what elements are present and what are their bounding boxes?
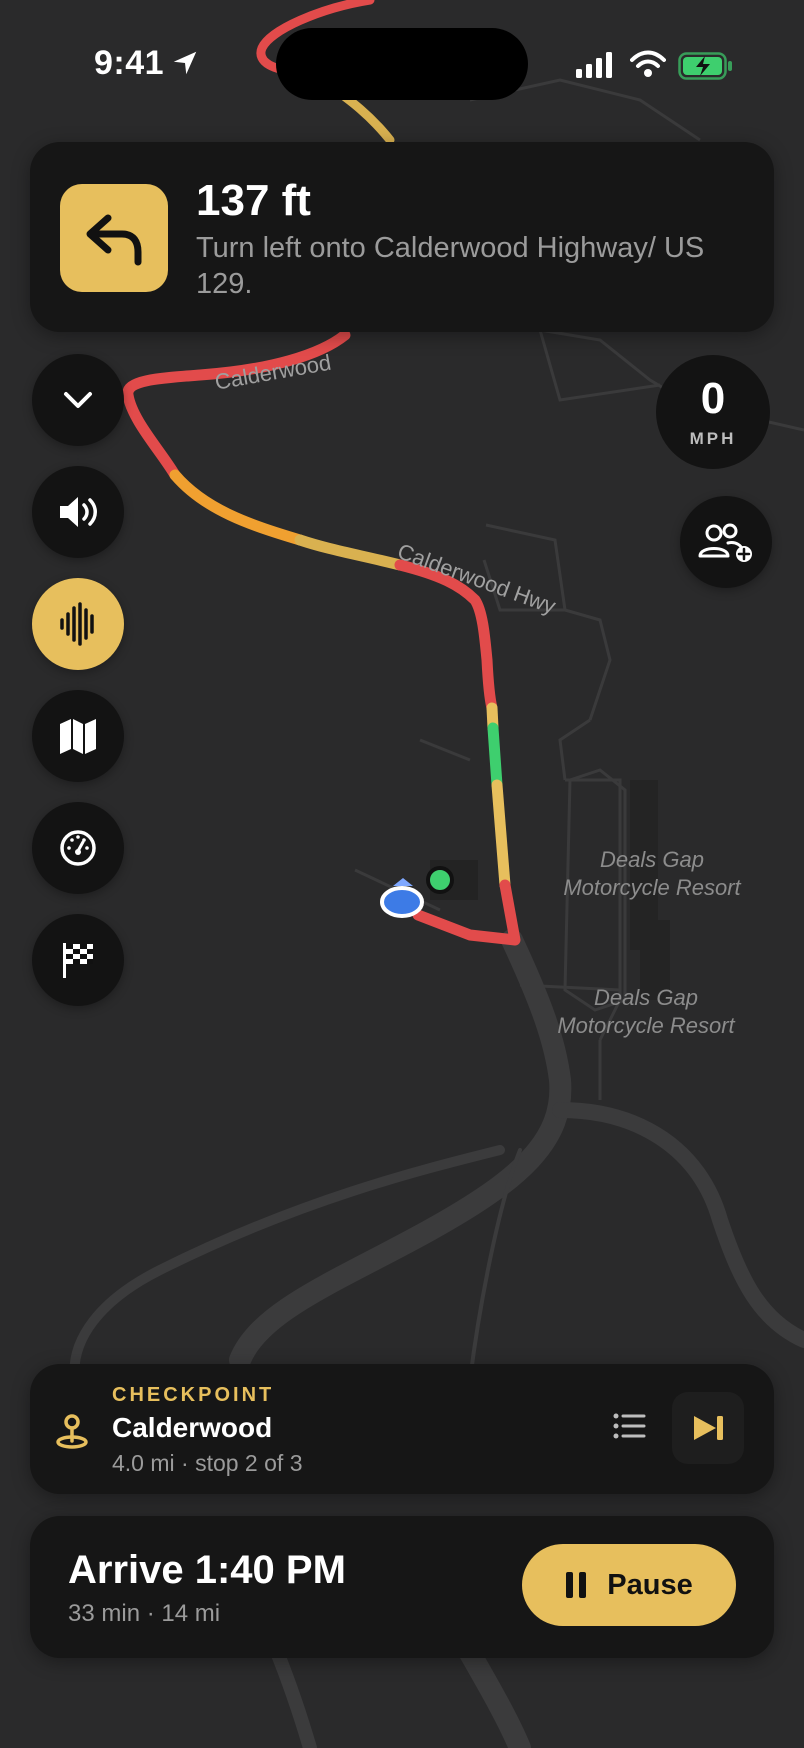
speedometer-icon [60, 830, 96, 866]
waveform-icon [60, 602, 94, 646]
list-icon[interactable] [612, 1408, 648, 1444]
checkpoint-eyebrow: CHECKPOINT [112, 1384, 275, 1406]
wifi-icon [630, 50, 666, 77]
add-group-icon [698, 523, 752, 562]
pause-icon [566, 1572, 587, 1598]
speedometer-readout: 0 MPH [656, 355, 770, 469]
map-style-button[interactable] [32, 690, 124, 782]
speedometer-button[interactable] [32, 802, 124, 894]
checkpoint-meta: 4.0 mi · stop 2 of 3 [112, 1450, 303, 1476]
location-arrow-icon [173, 51, 197, 75]
skip-forward-icon [694, 1416, 723, 1440]
pause-label: Pause [607, 1568, 693, 1601]
map-icon [60, 719, 96, 754]
volume-button[interactable] [32, 466, 124, 558]
speed-unit: MPH [689, 429, 737, 448]
arrival-card: Arrive 1:40 PM 33 min · 14 mi Pause [30, 1516, 774, 1658]
poi-label[interactable]: Deals Gap Motorcycle Resort [552, 846, 752, 902]
cellular-signal-icon [576, 52, 612, 78]
poi-label[interactable]: Deals Gap Motorcycle Resort [546, 984, 746, 1040]
pause-button[interactable]: Pause [522, 1544, 736, 1626]
checkpoint-marker[interactable] [426, 866, 454, 894]
speed-value: 0 [700, 374, 726, 423]
checkpoint-pin-icon [56, 1414, 88, 1449]
checkpoint-card[interactable]: CHECKPOINT Calderwood 4.0 mi · stop 2 of… [30, 1364, 774, 1494]
add-group-button[interactable] [680, 496, 772, 588]
status-bar: 9:41 [0, 0, 804, 130]
speaker-icon [60, 497, 97, 527]
maneuver-instruction: Turn left onto Calderwood Highway/ US 12… [196, 232, 705, 300]
maneuver-distance: 137 ft [196, 176, 311, 225]
turn-left-arrow-icon [60, 184, 168, 292]
maneuver-banner[interactable]: 137 ft Turn left onto Calderwood Highway… [30, 142, 774, 332]
finish-flag-button[interactable] [32, 914, 124, 1006]
checkered-flag-icon [63, 943, 93, 978]
checkpoint-name: Calderwood [112, 1412, 273, 1443]
voice-button[interactable] [32, 578, 124, 670]
skip-checkpoint-button[interactable] [672, 1392, 744, 1464]
user-location-marker [380, 886, 424, 918]
status-time: 9:41 [94, 44, 165, 82]
chevron-down-icon [64, 392, 92, 408]
collapse-button[interactable] [32, 354, 124, 446]
trip-remaining: 33 min · 14 mi [68, 1600, 221, 1627]
battery-charging-icon [678, 52, 732, 80]
dynamic-island [276, 28, 528, 100]
arrival-time: Arrive 1:40 PM [68, 1548, 346, 1592]
road-label: Calderwood [213, 350, 333, 395]
